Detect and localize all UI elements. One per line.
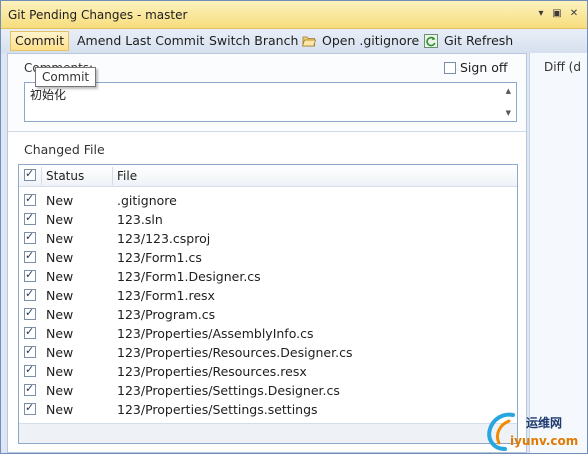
toolbar: Commit Amend Last Commit Switch Branch O… [1, 29, 587, 53]
row-status: New [46, 250, 74, 265]
folder-open-icon [302, 36, 316, 47]
comments-section: Comments: Sign off 初始化 ▲ ▼ [8, 54, 526, 132]
row-status: New [46, 345, 74, 360]
amend-last-commit-button[interactable]: Amend Last Commit [72, 31, 209, 51]
list-footer [19, 423, 517, 443]
switch-branch-label: Switch Branch [209, 33, 299, 48]
changed-file-label: Changed File [24, 142, 105, 157]
sign-off-checkbox[interactable]: Sign off [444, 60, 508, 75]
comment-text: 初始化 [30, 88, 67, 102]
git-pending-changes-window: Git Pending Changes - master ▾ ▣ ✕ Commi… [0, 0, 588, 454]
row-checkbox[interactable] [24, 211, 36, 225]
row-file: 123.sln [117, 212, 163, 227]
window-close-button[interactable]: ✕ [567, 7, 581, 21]
table-row[interactable]: New 123/Program.cs [19, 305, 517, 324]
row-status: New [46, 288, 74, 303]
table-row[interactable]: New 123/Form1.Designer.cs [19, 267, 517, 286]
row-file: 123/Form1.Designer.cs [117, 269, 261, 284]
commit-panel: Comments: Sign off 初始化 ▲ ▼ Changed File … [7, 53, 527, 453]
status-column-header[interactable]: Status [46, 169, 84, 183]
row-file: 123/Properties/Settings.settings [117, 402, 318, 417]
table-row[interactable]: New 123/Properties/Resources.Designer.cs [19, 343, 517, 362]
table-row[interactable]: New 123.sln [19, 210, 517, 229]
scroll-up-arrow-icon[interactable]: ▲ [506, 87, 511, 95]
row-checkbox[interactable] [24, 268, 36, 282]
row-file: 123/Properties/Settings.Designer.cs [117, 383, 340, 398]
row-checkbox[interactable] [24, 230, 36, 244]
changed-files-list: Status File New .gitignore New 123.sln New 12… [18, 164, 518, 444]
table-row[interactable]: New .gitignore [19, 191, 517, 210]
list-header: Status File [19, 165, 517, 187]
select-all-checkbox[interactable] [24, 167, 36, 181]
table-row[interactable]: New 123/Form1.resx [19, 286, 517, 305]
row-file: 123/Properties/AssemblyInfo.cs [117, 326, 314, 341]
git-refresh-button[interactable]: Git Refresh [419, 31, 518, 51]
column-divider [41, 167, 42, 185]
sign-off-label: Sign off [460, 60, 508, 75]
row-status: New [46, 231, 74, 246]
open-gitignore-button[interactable]: Open .gitignore [297, 31, 424, 51]
watermark-line1: 运维网 [526, 416, 563, 430]
table-row[interactable]: New 123/Properties/Resources.resx [19, 362, 517, 381]
table-row[interactable]: New 123/Properties/Settings.Designer.cs [19, 381, 517, 400]
table-row[interactable]: New 123/Properties/Settings.settings [19, 400, 517, 419]
row-status: New [46, 269, 74, 284]
open-gitignore-label: Open .gitignore [321, 33, 420, 48]
table-row[interactable]: New 123/Form1.cs [19, 248, 517, 267]
row-file: 123/Program.cs [117, 307, 216, 322]
table-row[interactable]: New 123/123.csproj [19, 229, 517, 248]
row-checkbox[interactable] [24, 382, 36, 396]
window-pin-button[interactable]: ▣ [550, 7, 564, 21]
row-checkbox[interactable] [24, 344, 36, 358]
watermark-line2: iyunv.com [510, 434, 579, 448]
row-status: New [46, 307, 74, 322]
row-checkbox[interactable] [24, 325, 36, 339]
window-dropdown-button[interactable]: ▾ [534, 7, 548, 21]
row-status: New [46, 383, 74, 398]
sign-off-checkbox-box[interactable] [444, 62, 456, 74]
switch-branch-button[interactable]: Switch Branch [204, 31, 303, 51]
comment-textarea[interactable]: 初始化 ▲ ▼ [24, 82, 517, 122]
row-status: New [46, 193, 74, 208]
commit-button[interactable]: Commit [10, 31, 70, 51]
watermark: 运维网 iyunv.com [485, 409, 585, 453]
row-checkbox[interactable] [24, 192, 36, 206]
row-status: New [46, 326, 74, 341]
row-file: 123/Form1.cs [117, 250, 202, 265]
row-checkbox[interactable] [24, 363, 36, 377]
column-divider [112, 167, 113, 185]
row-file: 123/123.csproj [117, 231, 211, 246]
row-checkbox[interactable] [24, 401, 36, 415]
table-row[interactable]: New 123/Properties/AssemblyInfo.cs [19, 324, 517, 343]
file-column-header[interactable]: File [117, 169, 137, 183]
row-file: 123/Properties/Resources.Designer.cs [117, 345, 353, 360]
git-refresh-label: Git Refresh [443, 33, 514, 48]
scroll-down-arrow-icon[interactable]: ▼ [506, 109, 511, 117]
row-file: .gitignore [117, 193, 177, 208]
window-title: Git Pending Changes - master [8, 8, 188, 22]
title-bar: Git Pending Changes - master ▾ ▣ ✕ [1, 1, 587, 29]
row-status: New [46, 212, 74, 227]
commit-tooltip: Commit [35, 67, 97, 87]
row-file: 123/Properties/Resources.resx [117, 364, 307, 379]
commit-button-label: Commit [15, 33, 65, 48]
row-checkbox[interactable] [24, 306, 36, 320]
row-status: New [46, 402, 74, 417]
row-checkbox[interactable] [24, 287, 36, 301]
refresh-icon [424, 34, 438, 48]
diff-pane: Diff (d [529, 53, 587, 453]
row-file: 123/Form1.resx [117, 288, 215, 303]
diff-label: Diff (d [544, 60, 581, 74]
row-checkbox[interactable] [24, 249, 36, 263]
row-status: New [46, 364, 74, 379]
amend-button-label: Amend Last Commit [77, 33, 205, 48]
